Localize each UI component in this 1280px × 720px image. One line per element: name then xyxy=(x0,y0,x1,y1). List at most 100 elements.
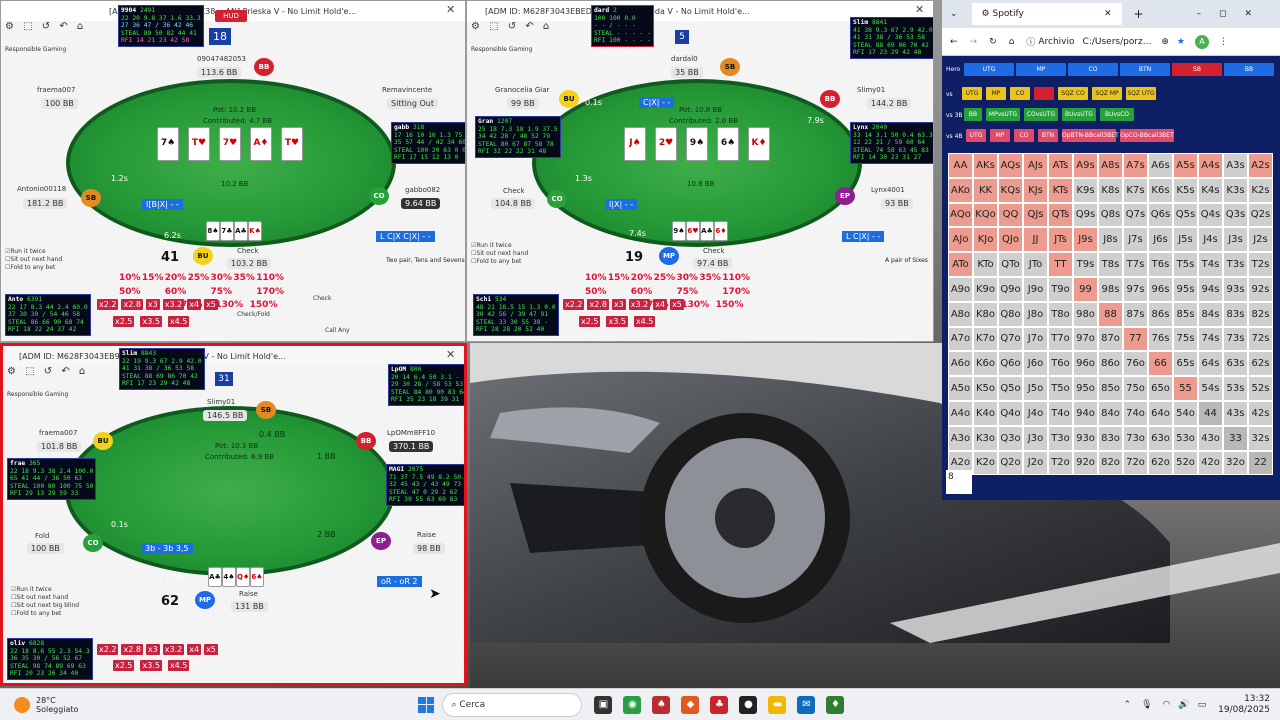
range-cell[interactable]: QJs xyxy=(1023,202,1048,228)
hud-button[interactable]: HUD xyxy=(215,10,247,22)
range-cell[interactable]: AKo xyxy=(948,177,973,203)
pct-button[interactable]: 15% xyxy=(608,273,631,283)
pct-button[interactable]: 50% xyxy=(119,287,142,297)
avatar[interactable]: A xyxy=(1194,34,1209,49)
range-cell[interactable]: K7o xyxy=(973,326,998,352)
range-cell[interactable]: Q8s xyxy=(1098,202,1123,228)
range-cell[interactable]: 72s xyxy=(1248,326,1273,352)
clock[interactable]: 13:32 19/08/2025 xyxy=(1218,694,1270,716)
range-cell[interactable]: K6s xyxy=(1148,177,1173,203)
pct-button[interactable]: 75% xyxy=(210,287,233,297)
bet-size-button[interactable]: x3.5 xyxy=(140,660,162,671)
hero-hud[interactable]: 9904 2491 22 20 9.8 37 1.6 33.3 27 36 47… xyxy=(118,5,204,47)
pct-button[interactable]: 15% xyxy=(142,273,165,283)
range-cell[interactable]: 96o xyxy=(1073,351,1098,377)
range-cell[interactable]: 97s xyxy=(1123,276,1148,302)
range-cell[interactable]: 65s xyxy=(1173,351,1198,377)
range-cell[interactable]: Q4o xyxy=(998,400,1023,426)
range-cell[interactable]: Q4s xyxy=(1198,202,1223,228)
range-cell[interactable]: 22 xyxy=(1248,450,1273,476)
range-cell[interactable]: 86o xyxy=(1098,351,1123,377)
range-cell[interactable]: J5o xyxy=(1023,376,1048,401)
hero-bottom-hud[interactable]: oliv 6828 22 18 8.6 55 2.3 54.3 36 35 30… xyxy=(7,638,93,680)
pct-button[interactable]: 130% xyxy=(215,300,249,310)
addr-path[interactable]: C:/Users/porz... xyxy=(1083,37,1152,47)
responsible-gaming-link[interactable]: Responsible Gaming xyxy=(5,46,66,53)
range-cell[interactable]: QTo xyxy=(998,252,1023,277)
range-cell[interactable]: T9s xyxy=(1073,252,1098,277)
bet-size-button[interactable]: x2.8 xyxy=(121,299,143,310)
range-cell[interactable]: A2s xyxy=(1248,153,1273,178)
hero-bottom-hud[interactable]: Anto 6391 22 17 8.3 44 2.4 60.0 37 30 30… xyxy=(5,294,91,336)
range-cell[interactable]: 76o xyxy=(1123,351,1148,377)
range-cell[interactable]: A3o xyxy=(948,425,973,451)
range-cell[interactable]: 83o xyxy=(1098,425,1123,451)
range-cell[interactable]: 77 xyxy=(1123,326,1148,352)
range-cell[interactable]: 87s xyxy=(1123,301,1148,327)
range-cell[interactable]: 72o xyxy=(1123,450,1148,476)
table-options[interactable]: Run it twice Sit out next hand Sit out n… xyxy=(11,586,79,618)
range-cell[interactable]: 53s xyxy=(1223,376,1248,401)
vs-co-button[interactable]: CO xyxy=(1010,87,1030,100)
range-cell[interactable]: 52o xyxy=(1173,450,1198,476)
solver-icon[interactable]: ♦ xyxy=(826,695,845,714)
vs-mp-button[interactable]: MP xyxy=(986,87,1006,100)
pot-percent-buttons-row2[interactable]: 50% 60% 75% 170% xyxy=(119,287,284,297)
range-cell[interactable]: J9s xyxy=(1073,227,1098,253)
run-it-twice-checkbox[interactable]: Run it twice xyxy=(5,248,62,256)
range-cell[interactable]: Q7o xyxy=(998,326,1023,352)
pot-percent-buttons[interactable]: 10% 15% 20% 25% 30% 35% 110% xyxy=(585,273,750,283)
bet-size-button[interactable]: x2.2 xyxy=(97,299,119,310)
poker-hud-icon[interactable]: ♣ xyxy=(710,695,729,714)
pct-button[interactable]: 20% xyxy=(165,273,188,283)
range-cell[interactable]: J8s xyxy=(1098,227,1123,253)
range-cell[interactable]: 43o xyxy=(1198,425,1223,451)
vs3b-buco-button[interactable]: BUvsCO xyxy=(1100,108,1134,121)
range-cell[interactable]: A4s xyxy=(1198,153,1223,178)
range-cell[interactable]: Q6o xyxy=(998,351,1023,377)
range-cell[interactable]: K2o xyxy=(973,450,998,476)
range-cell[interactable]: 62o xyxy=(1148,450,1173,476)
range-cell[interactable]: 93o xyxy=(1073,425,1098,451)
pot-percent-buttons-row2[interactable]: 50% 60% 75% 170% xyxy=(585,287,750,297)
range-cell[interactable]: T2o xyxy=(1048,450,1073,476)
range-cell[interactable]: 33 xyxy=(1223,425,1248,451)
range-cell[interactable]: AJs xyxy=(1023,153,1048,178)
range-cell[interactable]: 63s xyxy=(1223,351,1248,377)
poker-client-icon[interactable]: ♠ xyxy=(652,695,671,714)
pct-button[interactable]: 30% xyxy=(210,273,233,283)
battery-icon[interactable]: ▭ xyxy=(1198,700,1207,710)
range-cell[interactable]: 65o xyxy=(1148,376,1173,401)
range-cell[interactable]: Q5s xyxy=(1173,202,1198,228)
range-cell[interactable]: 94o xyxy=(1073,400,1098,426)
range-cell[interactable]: 32o xyxy=(1223,450,1248,476)
range-cell[interactable]: 92s xyxy=(1248,276,1273,302)
home-icon[interactable]: ⌂ xyxy=(1009,37,1015,47)
chrome-icon[interactable]: ◉ xyxy=(623,695,642,714)
range-cell[interactable]: 95s xyxy=(1173,276,1198,302)
range-cell[interactable]: Q7s xyxy=(1123,202,1148,228)
vs4b-btn-button[interactable]: BTN xyxy=(1038,129,1058,142)
poker-table-window-2[interactable]: [ADM ID: M628F3043EBED87 ...3GC] Sumida … xyxy=(466,0,934,342)
bet-size-button[interactable]: x4 xyxy=(653,299,668,310)
window-controls[interactable]: –◻✕ xyxy=(1196,9,1270,19)
range-cell[interactable]: K3o xyxy=(973,425,998,451)
range-cell[interactable]: 62s xyxy=(1248,351,1273,377)
pct-button[interactable]: 25% xyxy=(654,273,677,283)
table-toolbar[interactable]: ⚙ ⬚ ↺ ↶ ⌂ xyxy=(1,21,121,35)
range-cell[interactable]: 44 xyxy=(1198,400,1223,426)
range-cell[interactable]: J7s xyxy=(1123,227,1148,253)
range-cell[interactable]: 75o xyxy=(1123,376,1148,401)
range-cell[interactable]: T9o xyxy=(1048,276,1073,302)
bb-hud[interactable]: LpOM 800 20 14 6.4 50 3.1 - 29 30 28 / 5… xyxy=(388,364,464,406)
range-cell[interactable]: A8o xyxy=(948,301,973,327)
app-icon[interactable]: ◆ xyxy=(681,695,700,714)
range-cell[interactable]: 84s xyxy=(1198,301,1223,327)
range-cell[interactable]: 86s xyxy=(1148,301,1173,327)
bet-size-button[interactable]: x4.5 xyxy=(167,660,190,671)
close-tab-icon[interactable]: ✕ xyxy=(1104,9,1112,19)
range-cell[interactable]: A7s xyxy=(1123,153,1148,178)
bb-hud[interactable]: Slim 8841 41 38 9.3 67 2.9 42.0 41 31 38… xyxy=(850,17,933,59)
range-cell[interactable]: QQ xyxy=(998,202,1023,228)
range-cell[interactable]: KTo xyxy=(973,252,998,277)
